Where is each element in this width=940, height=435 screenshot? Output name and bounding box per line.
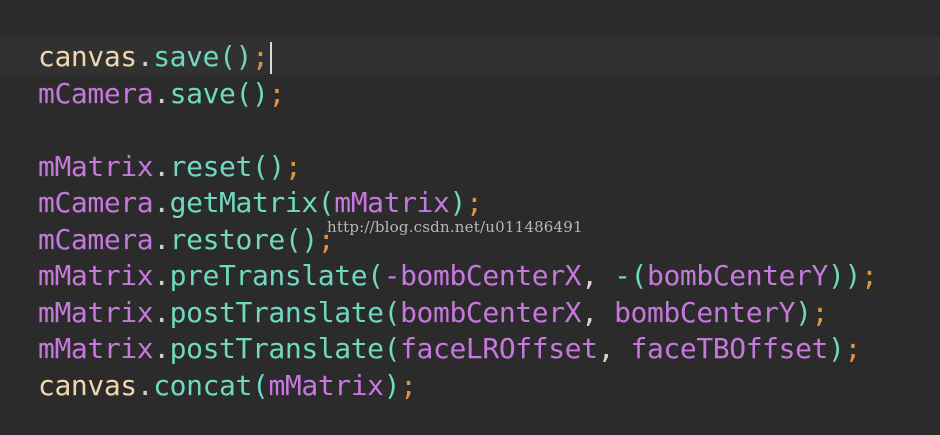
token: )) [828, 259, 861, 292]
code-line-8[interactable]: mMatrix.postTranslate(bombCenterX, bombC… [38, 295, 877, 332]
token: ( [317, 186, 335, 219]
text-cursor [270, 42, 273, 74]
watermark-url: http://blog.csdn.net/u011486491 [327, 218, 583, 236]
code-line-3[interactable] [38, 112, 877, 149]
token: mMatrix [38, 259, 154, 292]
token: ; [268, 76, 285, 110]
token: mMatrix [38, 149, 154, 183]
token: . [153, 295, 170, 329]
token: . [153, 259, 170, 292]
code-line-10[interactable]: canvas.concat(mMatrix); [38, 368, 877, 405]
code-line-7[interactable]: mMatrix.preTranslate(-bombCenterX, -(bom… [38, 258, 878, 295]
token: bombCenterX [400, 295, 582, 329]
token: ; [400, 368, 417, 402]
token: () [235, 76, 269, 110]
token: ; [251, 40, 269, 73]
token: . [136, 40, 154, 73]
token: ) [795, 295, 812, 329]
token: ; [844, 332, 861, 365]
code-line-9[interactable]: mMatrix.postTranslate(faceLROffset, face… [38, 331, 877, 368]
token: bombCenterY [646, 259, 829, 292]
code-line-4[interactable]: mMatrix.reset(); [38, 149, 877, 186]
token: mCamera [38, 222, 154, 256]
token: mMatrix [38, 332, 154, 365]
token: () [219, 40, 252, 73]
token: . [153, 222, 170, 256]
token: mMatrix [38, 295, 154, 329]
token: reset [169, 149, 253, 183]
token: ; [860, 259, 878, 292]
token: ; [284, 149, 302, 183]
token: . [153, 186, 170, 219]
token: . [136, 368, 154, 402]
code-line-1[interactable]: canvas.save(); [38, 39, 877, 76]
token: -bombCenterX [383, 259, 582, 292]
token: ( [383, 332, 401, 365]
token: postTranslate [169, 332, 384, 365]
token: ( [383, 295, 401, 329]
token: , [597, 332, 631, 365]
token: mCamera [38, 76, 154, 110]
code-line-5[interactable]: mCamera.getMatrix(mMatrix); [38, 185, 877, 222]
token: ; [465, 186, 483, 219]
token: ) [828, 332, 845, 365]
token: getMatrix [169, 186, 319, 219]
token: faceLROffset [400, 332, 598, 365]
token: mCamera [38, 186, 154, 219]
token: mMatrix [268, 368, 384, 402]
code-editor[interactable]: canvas.save(); mCamera.save(); mMatrix.r… [0, 0, 940, 435]
token: ) [383, 368, 401, 402]
token: postTranslate [169, 295, 384, 329]
token: ; [811, 295, 829, 329]
token: () [284, 222, 318, 256]
token: preTranslate [169, 259, 368, 292]
token: bombCenterY [614, 295, 796, 329]
token: , [581, 259, 615, 292]
token: ( [367, 259, 384, 292]
token: -( [614, 259, 647, 292]
token: canvas [38, 368, 137, 402]
token: () [251, 149, 285, 183]
token: ) [449, 186, 466, 219]
token: save [169, 76, 236, 110]
token: . [153, 76, 170, 110]
token: mMatrix [334, 186, 450, 219]
token: . [153, 332, 170, 365]
token: ( [251, 368, 269, 402]
token: concat [153, 368, 252, 402]
token: faceTBOffset [630, 332, 829, 365]
token: save [153, 40, 220, 73]
token: , [581, 295, 615, 329]
token: canvas [38, 40, 137, 73]
token: . [153, 149, 170, 183]
token: restore [169, 222, 286, 256]
code-line-2[interactable]: mCamera.save(); [38, 76, 877, 113]
